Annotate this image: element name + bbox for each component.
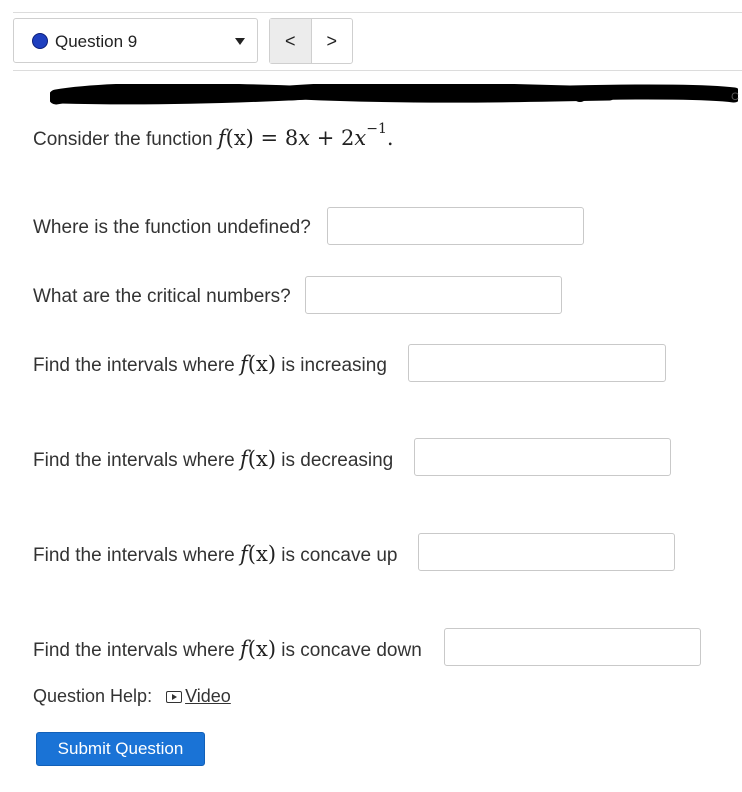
next-question-button[interactable]: >	[312, 19, 353, 63]
coefficient-a: 8	[284, 126, 299, 150]
decreasing-intervals-input[interactable]	[414, 438, 671, 476]
period: .	[386, 126, 394, 150]
function-ref: f(x)	[240, 352, 276, 376]
question-help: Question Help: Video	[33, 686, 231, 707]
question-concave-up-label: Find the intervals where f(x) is concave…	[33, 542, 398, 566]
concave-up-intervals-input[interactable]	[418, 533, 675, 571]
question-decreasing-label: Find the intervals where f(x) is decreas…	[33, 447, 394, 471]
variable-x: x	[298, 126, 311, 150]
undefined-answer-input[interactable]	[327, 207, 584, 245]
question-prefix: Find the intervals where	[33, 640, 235, 661]
question-prefix: Find the intervals where	[33, 545, 235, 566]
variable-x: x	[354, 126, 367, 150]
question-suffix: is concave down	[281, 640, 422, 661]
function-arg: (x)	[247, 352, 277, 376]
video-play-icon	[166, 690, 183, 703]
question-prefix: Find the intervals where	[33, 355, 235, 376]
function-arg: (x)	[247, 542, 277, 566]
function-name: f	[240, 352, 248, 376]
top-divider	[13, 12, 742, 13]
function-name: f	[240, 542, 248, 566]
question-status-dot	[32, 33, 48, 49]
video-link-label: Video	[185, 686, 231, 706]
question-select-label: Question 9	[55, 32, 138, 51]
function-name: f	[217, 126, 226, 150]
video-help-link[interactable]: Video	[166, 686, 231, 707]
question-help-label: Question Help:	[33, 686, 153, 706]
previous-question-button[interactable]: <	[270, 19, 312, 63]
function-name: f	[240, 637, 248, 661]
submit-question-button[interactable]: Submit Question	[36, 732, 205, 766]
function-arg: (x)	[247, 637, 277, 661]
redacted-text-stub: C	[731, 91, 739, 103]
function-ref: f(x)	[240, 542, 276, 566]
function-intro: Consider the function	[33, 129, 213, 150]
question-critical-label: What are the critical numbers?	[33, 286, 291, 307]
header-divider	[13, 70, 742, 71]
question-prefix: Find the intervals where	[33, 450, 235, 471]
exponent: −1	[366, 121, 387, 137]
redaction-mark	[50, 84, 738, 105]
question-suffix: is decreasing	[281, 450, 394, 471]
question-undefined-label: Where is the function undefined?	[33, 217, 311, 238]
function-formula: f(x) = 8x + 2x−1.	[217, 122, 394, 150]
question-nav: < >	[269, 18, 353, 64]
question-suffix: is concave up	[281, 545, 398, 566]
equals-sign: =	[260, 126, 279, 150]
plus-sign: +	[316, 126, 335, 150]
concave-down-intervals-input[interactable]	[444, 628, 701, 666]
question-increasing-label: Find the intervals where f(x) is increas…	[33, 352, 387, 376]
question-suffix: is increasing	[281, 355, 387, 376]
caret-down-icon	[235, 38, 245, 45]
coefficient-b: 2	[341, 126, 355, 150]
function-arg: (x)	[225, 126, 254, 150]
question-concave-down-label: Find the intervals where f(x) is concave…	[33, 637, 422, 661]
function-statement: Consider the function f(x) = 8x + 2x−1.	[33, 122, 394, 150]
function-ref: f(x)	[240, 637, 276, 661]
increasing-intervals-input[interactable]	[408, 344, 666, 382]
question-select[interactable]: Question 9	[13, 18, 258, 63]
function-ref: f(x)	[240, 447, 276, 471]
function-arg: (x)	[247, 447, 277, 471]
critical-numbers-input[interactable]	[305, 276, 562, 314]
function-name: f	[240, 447, 248, 471]
